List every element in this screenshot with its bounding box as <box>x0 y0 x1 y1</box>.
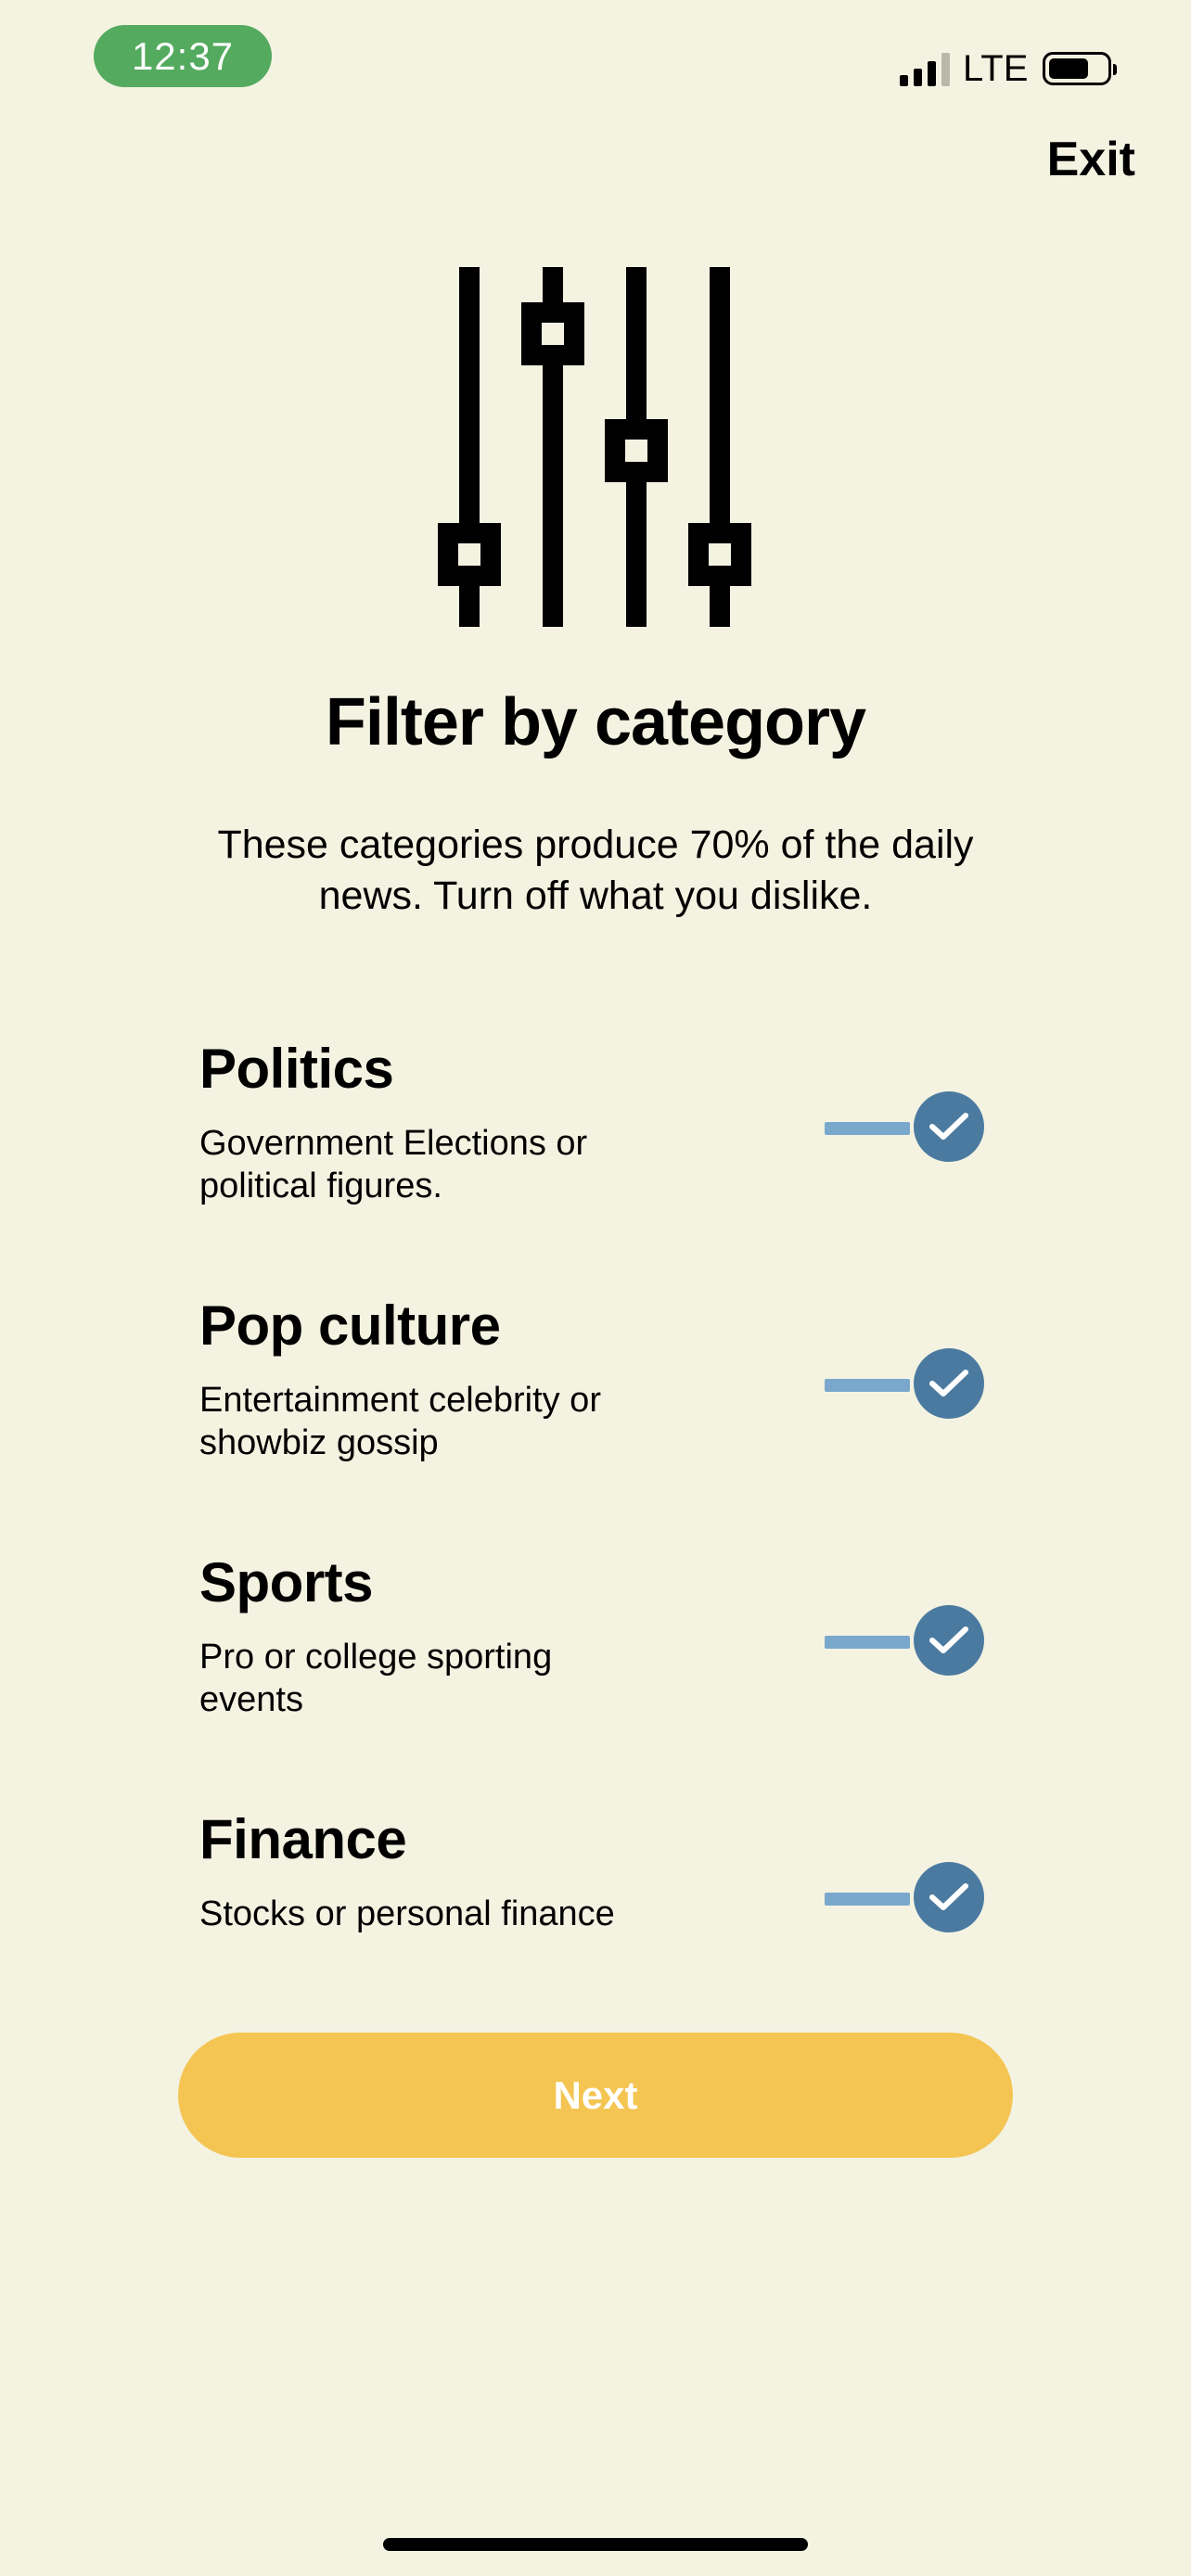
sports-toggle[interactable] <box>825 1602 992 1677</box>
category-description: Stocks or personal finance <box>199 1894 615 1933</box>
category-name: Finance <box>199 1808 407 1870</box>
next-button[interactable]: Next <box>178 2033 1013 2158</box>
network-type: LTE <box>963 47 1029 89</box>
category-description: Government Elections or political figure… <box>199 1124 588 1205</box>
politics-toggle[interactable] <box>825 1089 992 1163</box>
category-sports: Sports Pro or college sporting events <box>199 1550 1006 1736</box>
category-description: Entertainment celebrity or showbiz gossi… <box>199 1381 601 1462</box>
status-time: 12:37 <box>94 25 272 87</box>
category-name: Politics <box>199 1038 394 1100</box>
check-icon <box>914 1862 984 1932</box>
check-icon <box>914 1348 984 1419</box>
page-subtitle: These categories produce 70% of the dail… <box>217 823 974 918</box>
check-icon <box>914 1091 984 1162</box>
exit-button[interactable]: Exit <box>1047 132 1135 187</box>
toggle-track <box>825 1636 910 1649</box>
sliders-icon <box>438 267 751 627</box>
pop-culture-toggle[interactable] <box>825 1345 992 1420</box>
battery-icon <box>1043 52 1118 85</box>
home-indicator[interactable] <box>383 2538 808 2551</box>
page-title: Filter by category <box>325 685 866 759</box>
category-name: Pop culture <box>199 1294 501 1357</box>
category-politics: Politics Government Elections or politic… <box>199 1037 1006 1222</box>
toggle-track <box>825 1379 910 1392</box>
finance-toggle[interactable] <box>825 1859 992 1933</box>
toggle-track <box>825 1122 910 1135</box>
status-indicators: LTE <box>900 47 1118 89</box>
signal-icon <box>900 51 950 86</box>
category-pop-culture: Pop culture Entertainment celebrity or s… <box>199 1294 1006 1479</box>
category-name: Sports <box>199 1551 374 1613</box>
toggle-track <box>825 1893 910 1906</box>
category-description: Pro or college sporting events <box>199 1638 553 1719</box>
check-icon <box>914 1605 984 1676</box>
category-finance: Finance Stocks or personal finance <box>199 1807 1006 1993</box>
